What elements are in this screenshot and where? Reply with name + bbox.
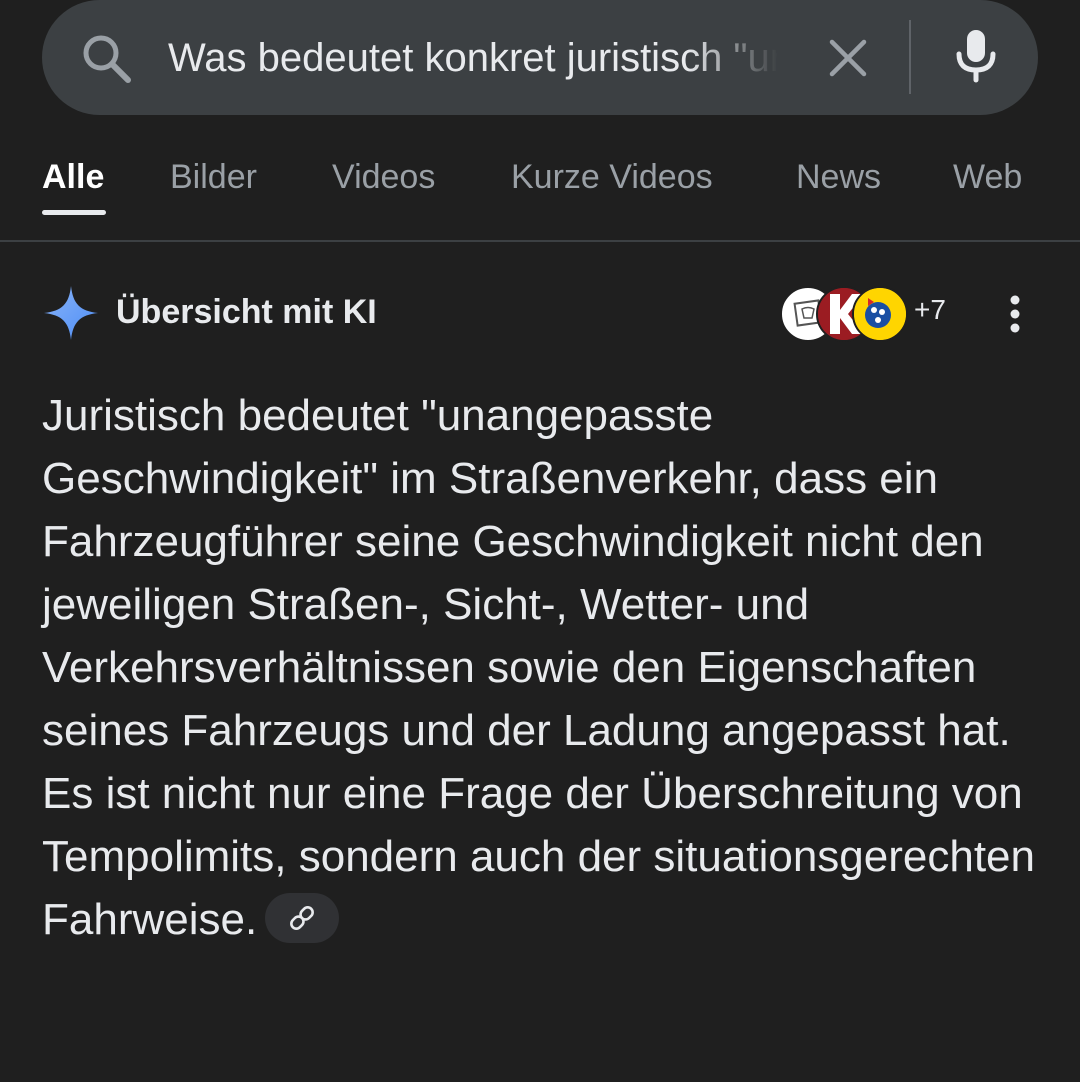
search-tabs: Alle Bilder Videos Kurze Videos News Web xyxy=(0,140,1080,242)
tab-bilder[interactable]: Bilder xyxy=(170,158,257,197)
more-vert-icon[interactable] xyxy=(998,292,1032,336)
source-avatar-3[interactable] xyxy=(852,286,908,342)
mic-icon[interactable] xyxy=(948,26,1004,86)
search-input[interactable]: Was bedeutet konkret juristisch "unangep… xyxy=(168,30,778,86)
link-icon xyxy=(290,906,315,931)
close-icon[interactable] xyxy=(820,30,876,86)
source-link-chip[interactable] xyxy=(265,893,340,944)
tab-news[interactable]: News xyxy=(796,158,881,197)
ai-overview-body: Juristisch bedeutet "unangepasste Geschw… xyxy=(42,384,1042,951)
search-icon[interactable] xyxy=(78,30,134,86)
sources-more-count[interactable]: +7 xyxy=(914,294,946,326)
tab-alle[interactable]: Alle xyxy=(42,158,104,197)
ai-overview-header: Übersicht mit KI +7 xyxy=(0,280,1080,350)
ai-overview-title: Übersicht mit KI xyxy=(116,293,377,331)
tab-kurze-videos[interactable]: Kurze Videos xyxy=(511,158,713,197)
search-divider xyxy=(909,20,911,94)
tab-videos[interactable]: Videos xyxy=(332,158,435,197)
ai-overview-text: Juristisch bedeutet "unangepasste Geschw… xyxy=(42,391,1035,944)
sparkle-icon xyxy=(44,286,98,340)
tab-web[interactable]: Web xyxy=(953,158,1022,197)
tab-active-indicator xyxy=(42,210,106,215)
